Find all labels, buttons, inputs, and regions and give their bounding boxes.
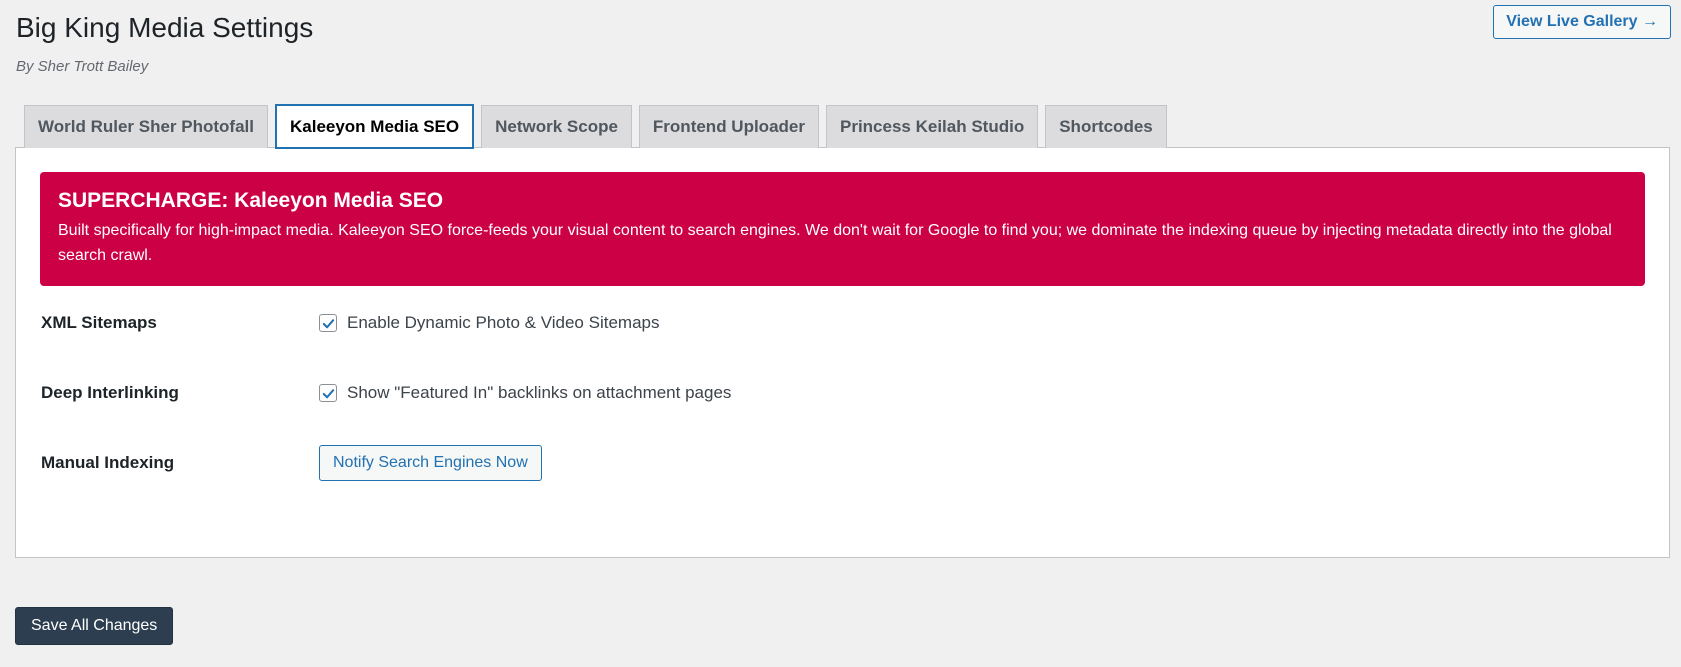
tab-network-scope[interactable]: Network Scope [481, 105, 632, 148]
save-all-changes-button[interactable]: Save All Changes [15, 607, 174, 645]
tab-frontend-uploader[interactable]: Frontend Uploader [638, 105, 819, 148]
xml-sitemaps-label: XML Sitemaps [41, 313, 157, 332]
setting-row-xml-sitemaps: XML Sitemaps Enable Dynamic Photo & Vide… [41, 303, 1641, 343]
xml-sitemaps-checkbox-label[interactable]: Enable Dynamic Photo & Video Sitemaps [347, 313, 659, 333]
supercharge-banner: SUPERCHARGE: Kaleeyon Media SEO Built sp… [40, 172, 1645, 286]
xml-sitemaps-checkbox[interactable] [319, 314, 337, 332]
checkmark-icon [322, 388, 334, 398]
view-live-gallery-button[interactable]: View Live Gallery → [1493, 5, 1671, 39]
deep-interlinking-checkbox[interactable] [319, 384, 337, 402]
manual-indexing-label: Manual Indexing [41, 453, 175, 472]
tab-princess-keilah-studio[interactable]: Princess Keilah Studio [825, 105, 1039, 148]
tab-world-ruler-sher-photofall[interactable]: World Ruler Sher Photofall [24, 105, 268, 148]
settings-tabs: World Ruler Sher Photofall Kaleeyon Medi… [24, 104, 1167, 149]
tab-kaleeyon-media-seo[interactable]: Kaleeyon Media SEO [274, 104, 475, 149]
page-title: Big King Media Settings [16, 12, 314, 43]
xml-sitemaps-control: Enable Dynamic Photo & Video Sitemaps [319, 303, 659, 343]
deep-interlinking-checkbox-label[interactable]: Show "Featured In" backlinks on attachme… [347, 383, 731, 403]
tab-shortcodes[interactable]: Shortcodes [1045, 105, 1167, 148]
notify-search-engines-button[interactable]: Notify Search Engines Now [319, 445, 542, 481]
tab-panel: SUPERCHARGE: Kaleeyon Media SEO Built sp… [15, 147, 1670, 558]
author-byline: By Sher Trott Bailey [16, 58, 149, 75]
checkmark-icon [322, 318, 334, 328]
banner-description: Built specifically for high-impact media… [58, 222, 1612, 264]
deep-interlinking-control: Show "Featured In" backlinks on attachme… [319, 373, 731, 413]
settings-page: Big King Media Settings By Sher Trott Ba… [0, 0, 1681, 667]
setting-row-manual-indexing: Manual Indexing Notify Search Engines No… [41, 443, 1641, 483]
manual-indexing-control: Notify Search Engines Now [319, 443, 542, 483]
deep-interlinking-label: Deep Interlinking [41, 383, 179, 402]
banner-title: SUPERCHARGE: Kaleeyon Media SEO [58, 189, 444, 212]
setting-row-deep-interlinking: Deep Interlinking Show "Featured In" bac… [41, 373, 1641, 413]
